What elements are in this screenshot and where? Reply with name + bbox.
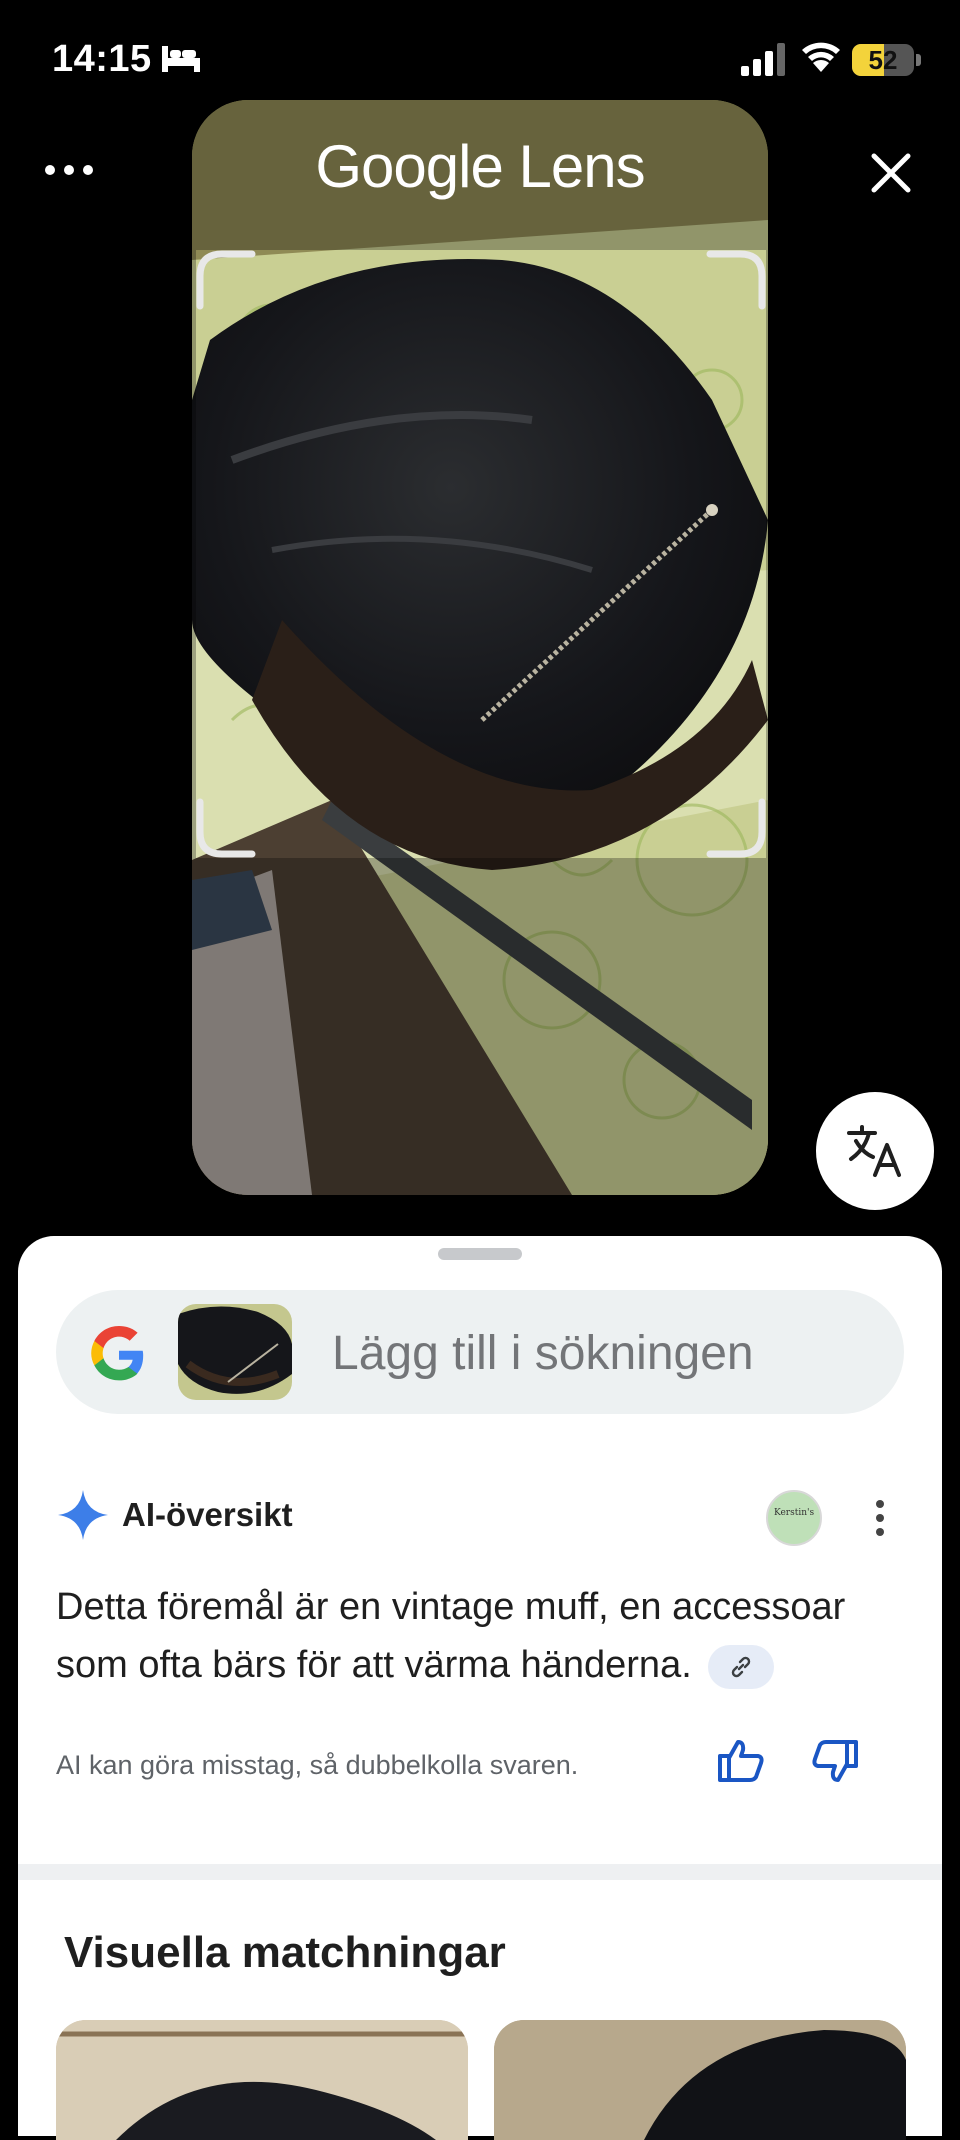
- battery-tip: [916, 54, 921, 66]
- search-bar[interactable]: Lägg till i sökningen: [56, 1290, 904, 1414]
- translate-icon: [847, 1125, 901, 1177]
- link-icon: [732, 1656, 751, 1678]
- close-button[interactable]: [862, 144, 920, 202]
- battery-level: 52: [868, 45, 898, 75]
- source-avatar[interactable]: Kerstin's: [766, 1490, 822, 1546]
- lens-title: Google Lens: [315, 133, 645, 200]
- ai-overview-title: AI-översikt: [122, 1496, 293, 1533]
- ai-disclaimer: AI kan göra misstag, så dubbelkolla svar…: [56, 1750, 579, 1780]
- more-options-button[interactable]: [40, 150, 100, 190]
- signal-icon: [740, 42, 786, 81]
- crop-handle-bottom-right[interactable]: [706, 798, 766, 858]
- battery-icon: 52: [852, 44, 914, 76]
- crop-handle-bottom-left[interactable]: [196, 798, 256, 858]
- more-vertical-icon: [876, 1500, 884, 1536]
- ai-overview-text: Detta föremål är en vintage muff, en acc…: [56, 1578, 896, 1694]
- crop-selection[interactable]: [196, 250, 766, 858]
- wifi-icon: [800, 38, 842, 79]
- crop-handle-top-left[interactable]: [196, 250, 256, 310]
- search-placeholder: Lägg till i sökningen: [332, 1327, 754, 1380]
- google-g-icon: [90, 1326, 148, 1389]
- crop-handle-top-right[interactable]: [706, 250, 766, 310]
- sheet-drag-handle[interactable]: [438, 1248, 522, 1260]
- status-time: 14:15: [52, 38, 152, 80]
- thumbs-up-icon: [718, 1740, 764, 1782]
- more-horizontal-icon: [45, 165, 93, 175]
- section-divider: [18, 1864, 942, 1880]
- results-sheet[interactable]: Lägg till i sökningen AI-översikt Kersti…: [18, 1236, 942, 2140]
- visual-matches-title: Visuella matchningar: [64, 1928, 506, 1977]
- bed-icon: [160, 44, 202, 79]
- thumbs-down-icon: [812, 1740, 858, 1782]
- visual-match-card[interactable]: [494, 2020, 906, 2140]
- thumbs-up-button[interactable]: [716, 1736, 766, 1791]
- visual-match-card[interactable]: [56, 2020, 468, 2140]
- translate-button[interactable]: [816, 1092, 934, 1210]
- close-icon: [871, 153, 911, 193]
- thumbs-down-button[interactable]: [810, 1736, 860, 1791]
- sparkle-icon: [58, 1490, 108, 1545]
- ai-overview-menu-button[interactable]: [870, 1498, 890, 1538]
- search-image-thumbnail[interactable]: [178, 1304, 292, 1400]
- source-avatar-text: Kerstin's: [774, 1508, 815, 1518]
- source-link-button[interactable]: [708, 1644, 775, 1689]
